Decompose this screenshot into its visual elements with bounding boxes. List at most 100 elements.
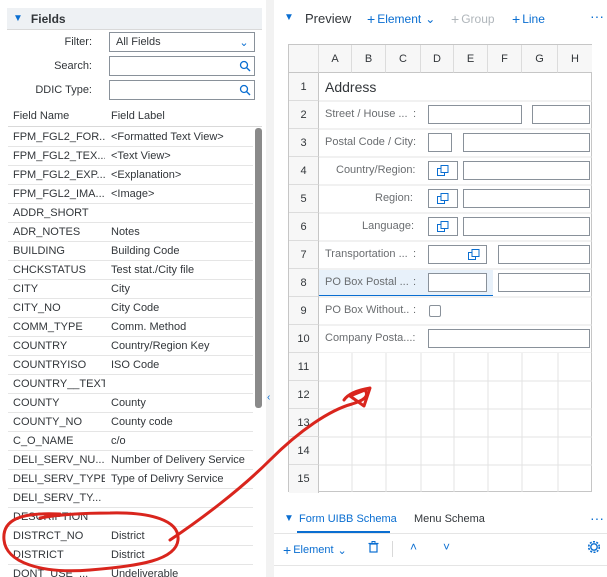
table-row[interactable]: DELI_SERV_TYPE Type of Delivry Service — [8, 470, 253, 489]
house-number-input[interactable] — [532, 105, 590, 124]
fields-panel-header[interactable]: ▼ Fields — [7, 8, 262, 30]
column-header: G — [522, 45, 558, 73]
chevron-down-icon[interactable]: ▼ — [284, 12, 294, 23]
collapse-left-icon[interactable]: ‹ — [267, 392, 270, 403]
table-row[interactable]: C_O_NAME c/o — [8, 432, 253, 451]
search-icon[interactable] — [236, 81, 254, 99]
transportation-input[interactable] — [428, 245, 487, 264]
table-row[interactable]: DISTRCT_NO District — [8, 527, 253, 546]
field-name: CHCKSTATUS — [13, 264, 86, 276]
po-box-postal-code-input[interactable] — [428, 273, 487, 292]
column-header: E — [454, 45, 488, 73]
row-header: 10 — [289, 325, 319, 353]
street-house-label[interactable]: Street / House ... — [325, 108, 409, 120]
company-postal-label[interactable]: Company Posta...: — [325, 332, 425, 344]
table-row[interactable]: COMM_TYPE Comm. Method — [8, 318, 253, 337]
field-name: CITY_NO — [13, 302, 61, 314]
settings-button[interactable] — [588, 541, 600, 553]
add-element-button[interactable]: + Element ⌄ — [367, 11, 435, 27]
fields-panel-title: Fields — [30, 11, 66, 26]
table-row[interactable]: COUNTY County — [8, 394, 253, 413]
po-box-without-label[interactable]: PO Box Without... — [325, 304, 409, 316]
table-row[interactable]: DESCRIPTION — [8, 508, 253, 527]
po-box-without-checkbox[interactable] — [429, 305, 441, 317]
table-row[interactable]: CITY City — [8, 280, 253, 299]
chevron-down-icon[interactable]: ⌄ — [234, 36, 254, 49]
search-icon[interactable] — [236, 57, 254, 75]
field-name: FPM_FGL2_TEX... — [13, 150, 105, 162]
tab-menu-schema[interactable]: Menu Schema — [414, 513, 485, 525]
field-label: District — [111, 549, 145, 561]
city-input[interactable] — [463, 133, 590, 152]
field-name: CITY — [13, 283, 39, 295]
region-description-input[interactable] — [463, 189, 590, 208]
panel-splitter[interactable]: ‹ — [266, 0, 274, 577]
language-description-input[interactable] — [463, 217, 590, 236]
country-region-label[interactable]: Country/Region: — [336, 164, 416, 176]
ddic-type-input[interactable] — [109, 80, 255, 100]
transportation-description-input[interactable] — [498, 245, 590, 264]
transportation-label[interactable]: Transportation ... — [325, 248, 409, 260]
country-description-input[interactable] — [463, 161, 590, 180]
chevron-down-icon[interactable]: ▼ — [13, 13, 23, 24]
colon-separator: : — [413, 248, 417, 260]
ddic-label: DDIC Type: — [35, 84, 92, 96]
po-box-city-input[interactable] — [498, 273, 590, 292]
region-value-help-button[interactable] — [428, 189, 458, 208]
row-header: 12 — [289, 381, 319, 409]
table-row[interactable]: ADDR_SHORT — [8, 204, 253, 223]
move-down-button[interactable]: ˅ — [443, 540, 450, 554]
row-header: 8 — [289, 269, 319, 297]
country-value-help-button[interactable] — [428, 161, 458, 180]
postal-code-input[interactable] — [428, 133, 452, 152]
table-row[interactable]: FPM_FGL2_EXP... <Explanation> — [8, 166, 253, 185]
add-schema-element-button[interactable]: + Element ⌄ — [283, 542, 347, 558]
column-header-field-name[interactable]: Field Name — [13, 110, 69, 122]
colon-separator: : — [413, 304, 417, 316]
field-name: COUNTY — [13, 397, 60, 409]
field-label: Undeliverable — [111, 568, 179, 577]
table-row[interactable]: COUNTY_NO County code — [8, 413, 253, 432]
company-postal-code-input[interactable] — [428, 329, 590, 348]
po-box-postal-label[interactable]: PO Box Postal ... — [325, 276, 409, 288]
language-label[interactable]: Language: — [362, 220, 414, 232]
table-row[interactable]: FPM_FGL2_FOR... <Formatted Text View> — [8, 128, 253, 147]
move-up-button[interactable]: ˄ — [410, 540, 417, 554]
table-row[interactable]: COUNTRYISO ISO Code — [8, 356, 253, 375]
add-line-button[interactable]: + Line — [512, 11, 545, 27]
language-value-help-button[interactable] — [428, 217, 458, 236]
chevron-down-icon[interactable]: ▼ — [284, 513, 294, 524]
table-row[interactable]: CHCKSTATUS Test stat./City file — [8, 261, 253, 280]
add-group-button[interactable]: + Group — [451, 11, 495, 27]
table-row[interactable]: ADR_NOTES Notes — [8, 223, 253, 242]
table-row[interactable]: DELI_SERV_NU... Number of Delivery Servic… — [8, 451, 253, 470]
column-header-field-label[interactable]: Field Label — [111, 110, 165, 122]
field-name: COMM_TYPE — [13, 321, 83, 333]
add-line-label: Line — [522, 12, 545, 26]
street-input[interactable] — [428, 105, 522, 124]
filter-select[interactable]: All Fields ⌄ — [109, 32, 255, 52]
table-row[interactable]: BUILDING Building Code — [8, 242, 253, 261]
field-name: DISTRCT_NO — [13, 530, 84, 542]
postal-city-label[interactable]: Postal Code / City: — [325, 136, 416, 148]
fields-scrollbar[interactable] — [255, 128, 262, 408]
table-row[interactable]: DONT_USE_... Undeliverable — [8, 565, 253, 577]
table-row[interactable]: DELI_SERV_TY... — [8, 489, 253, 508]
table-row[interactable]: COUNTRY__TEXT — [8, 375, 253, 394]
fields-panel: ▼ Fields Filter: All Fields ⌄ Search: DD… — [0, 0, 266, 577]
delete-button[interactable] — [368, 541, 379, 553]
table-row[interactable]: FPM_FGL2_IMA... <Image> — [8, 185, 253, 204]
table-row[interactable]: FPM_FGL2_TEX... <Text View> — [8, 147, 253, 166]
region-label[interactable]: Region: — [375, 192, 413, 204]
overflow-menu-icon[interactable]: ··· — [590, 8, 604, 24]
value-help-icon[interactable] — [468, 249, 480, 260]
layout-grid[interactable]: A B C D E F G H 1 2 3 4 5 6 7 8 9 10 11 … — [288, 44, 592, 493]
table-row[interactable]: CITY_NO City Code — [8, 299, 253, 318]
tab-form-uibb-schema[interactable]: Form UIBB Schema — [299, 513, 397, 525]
table-row[interactable]: COUNTRY Country/Region Key — [8, 337, 253, 356]
overflow-menu-icon[interactable]: ··· — [590, 510, 604, 526]
field-label: County code — [111, 416, 173, 428]
address-group-title[interactable]: Address — [325, 79, 376, 95]
table-row[interactable]: DISTRICT District — [8, 546, 253, 565]
search-input[interactable] — [109, 56, 255, 76]
